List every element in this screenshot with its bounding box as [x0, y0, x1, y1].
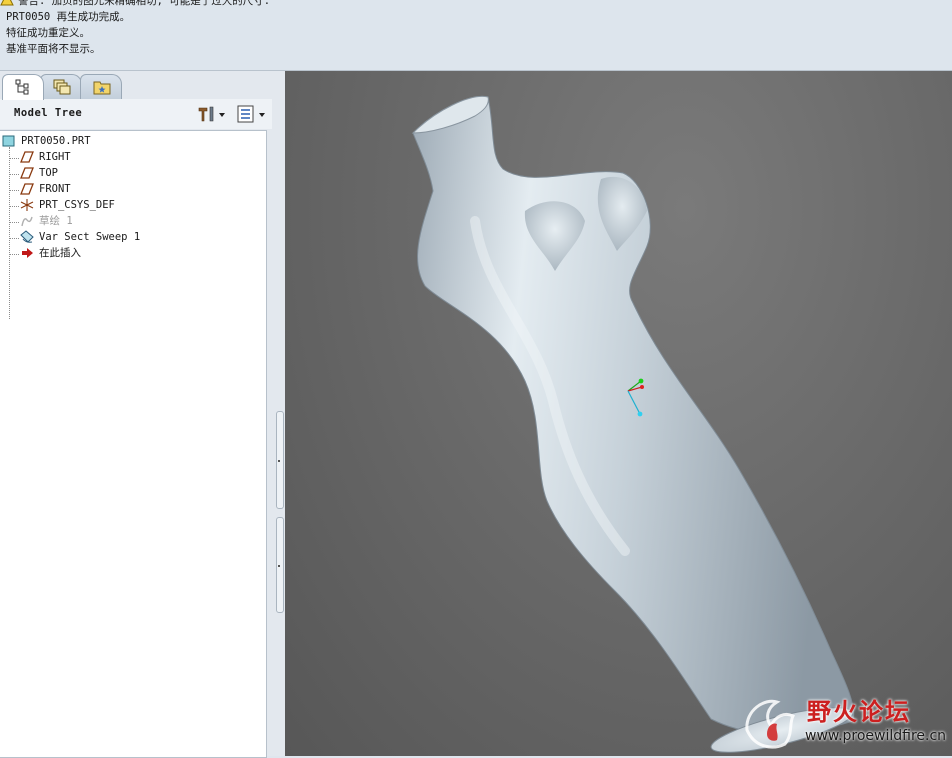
- model-tree-title: Model Tree: [14, 107, 83, 119]
- flame-logo-icon: [745, 699, 796, 749]
- tree-connector: [9, 222, 19, 223]
- message-area: 警告: 加页的图元未精确相切, 可能是了过大的尺寸. PRT0050 再生成功完…: [0, 0, 952, 71]
- message-line: 基准平面将不显示。: [6, 43, 101, 55]
- tree-node-label: PRT_CSYS_DEF: [39, 199, 115, 211]
- message-line: 警告: 加页的图元未精确相切, 可能是了过大的尺寸.: [18, 0, 271, 7]
- tree-show-button[interactable]: [236, 104, 268, 124]
- tree-settings-button[interactable]: [196, 104, 226, 124]
- tree-connector: [9, 238, 19, 239]
- tree-node-label: 在此插入: [39, 247, 81, 259]
- sketch-icon: [21, 216, 33, 227]
- tree-connector: [9, 158, 19, 159]
- tab-model-tree[interactable]: [2, 74, 44, 100]
- tree-node-label: FRONT: [39, 183, 71, 195]
- model-3d-surface: [411, 95, 855, 753]
- message-line: 特征成功重定义。: [6, 27, 90, 39]
- warning-icon: [0, 0, 14, 6]
- sash-handle-lower[interactable]: [276, 517, 284, 613]
- tree-connector: [9, 206, 19, 207]
- model-tree: PRT0050.PRT RIGHT TOP FRONT PRT_CSYS_DEF: [0, 130, 267, 758]
- sash-handle-upper[interactable]: [276, 411, 284, 509]
- datum-plane-icon: [20, 151, 34, 163]
- tree-node-label: Var Sect Sweep 1: [39, 231, 141, 243]
- tree-connector: [9, 190, 19, 191]
- tree-node-label: PRT0050.PRT: [21, 135, 91, 147]
- watermark-title: 野火论坛: [807, 698, 911, 726]
- tree-connector: [9, 254, 19, 255]
- datum-plane-icon: [20, 167, 34, 179]
- tab-layers[interactable]: [40, 74, 82, 99]
- tree-node-label: RIGHT: [39, 151, 71, 163]
- tree-node-label: 草绘 1: [39, 215, 73, 227]
- panel-sash[interactable]: [273, 71, 285, 756]
- tree-node-label: TOP: [39, 167, 58, 179]
- navigator-tabs: [0, 71, 285, 100]
- tree-connector: [9, 174, 19, 175]
- favorites-folder-icon: [93, 81, 111, 95]
- model-tree-header: Model Tree: [0, 99, 272, 129]
- model-tree-icon: [15, 79, 29, 95]
- tab-favorites[interactable]: [80, 74, 122, 99]
- layers-icon: [53, 79, 71, 95]
- datum-plane-icon: [20, 183, 34, 195]
- forum-watermark: 野火论坛 www.proewildfire.cn: [737, 690, 952, 756]
- insert-arrow-icon: [22, 248, 33, 258]
- graphics-window[interactable]: 野火论坛 www.proewildfire.cn: [285, 71, 952, 756]
- navigator-panel: Model Tree PRT0050.PRT RIGHT TOP FRONT P…: [0, 71, 285, 758]
- message-line: PRT0050 再生成功完成。: [6, 11, 131, 23]
- sweep-icon: [20, 230, 34, 243]
- watermark-url: www.proewildfire.cn: [805, 728, 947, 744]
- csys-icon: [20, 199, 34, 211]
- part-icon: [2, 135, 15, 147]
- tree-connector: [9, 147, 10, 319]
